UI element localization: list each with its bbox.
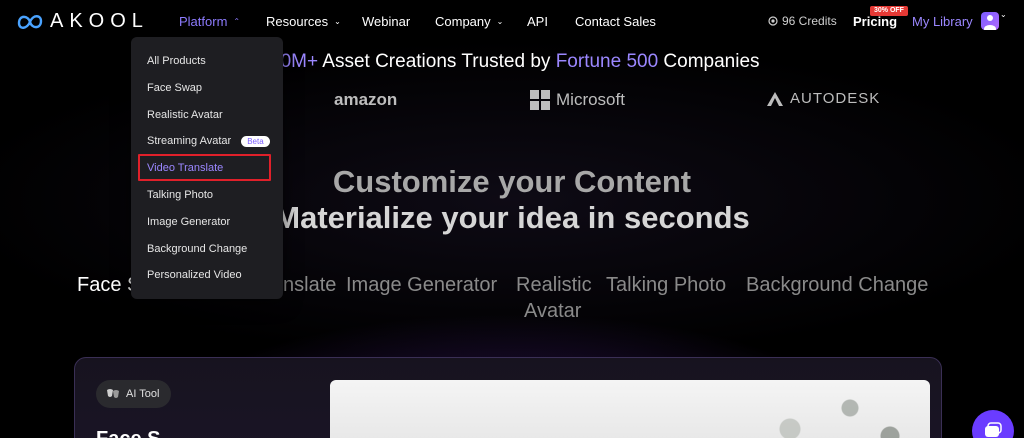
tab-realistic-avatar[interactable]: Realistic (516, 274, 592, 297)
tab-background-change[interactable]: Background Change (746, 274, 928, 297)
credits-value: 96 Credits (782, 14, 837, 28)
menu-item-talking-photo[interactable]: Talking Photo (147, 189, 213, 201)
microsoft-logo-icon (530, 90, 550, 110)
nav-platform-label: Platform (179, 14, 228, 29)
avatar-chevron-icon[interactable]: ⌄ (1000, 10, 1007, 19)
highlight-outline (138, 154, 271, 181)
chat-button[interactable] (972, 410, 1014, 438)
menu-item-streaming-avatar[interactable]: Streaming Avatar Beta (147, 135, 270, 147)
my-library-link[interactable]: My Library (912, 14, 973, 29)
user-body-icon (984, 25, 996, 30)
trusted-fortune: Fortune 500 (555, 51, 659, 72)
ai-tool-label: AI Tool (126, 388, 160, 400)
top-nav: AKOOL Platform ⌃ Resources ⌄ Webinar Com… (0, 0, 1024, 42)
nav-webinar-label: Webinar (362, 14, 411, 29)
nav-webinar[interactable]: Webinar (362, 14, 410, 29)
menu-item-face-swap[interactable]: Face Swap (147, 82, 202, 94)
brand-microsoft: Microsoft (530, 90, 625, 110)
menu-item-label: Face Swap (147, 82, 203, 94)
akool-logo-icon (17, 14, 43, 29)
nav-resources[interactable]: Resources ⌄ (266, 14, 341, 29)
brand-autodesk: AUTODESK (766, 90, 880, 107)
tab-video-translate[interactable]: nslate (283, 274, 336, 297)
preview-foliage (730, 380, 930, 438)
preview-image (330, 380, 930, 438)
nav-company-label: Company (435, 14, 491, 29)
menu-item-personalized-video[interactable]: Personalized Video (147, 269, 242, 281)
credits-icon (768, 16, 778, 26)
logo-text: AKOOL (50, 10, 149, 32)
user-head-icon (987, 15, 993, 21)
trusted-banner: 10M+ Asset Creations Trusted by Fortune … (270, 51, 760, 73)
autodesk-logo-icon (767, 91, 783, 106)
chevron-up-icon: ⌃ (233, 16, 241, 26)
ai-tool-badge: AI Tool (96, 380, 172, 408)
nav-api-label: API (527, 14, 548, 29)
pricing-link[interactable]: Pricing (853, 14, 897, 29)
menu-item-label: Streaming Avatar (147, 135, 232, 147)
menu-item-realistic-avatar[interactable]: Realistic Avatar (147, 109, 223, 121)
nav-contact-sales[interactable]: Contact Sales (575, 14, 656, 29)
menu-item-image-generator[interactable]: Image Generator (147, 216, 230, 228)
amazon-logo: amazon (334, 90, 398, 109)
card-title: Face S (96, 428, 160, 438)
nav-company[interactable]: Company ⌄ (435, 14, 503, 29)
menu-item-label: Personalized Video (147, 269, 242, 281)
logo[interactable]: AKOOL (16, 10, 149, 33)
trusted-middle: Asset Creations Trusted by (318, 51, 556, 72)
menu-item-label: All Products (147, 55, 206, 67)
nav-resources-label: Resources (266, 14, 329, 29)
menu-item-label: Background Change (147, 243, 248, 255)
autodesk-logo-text: AUTODESK (790, 90, 881, 107)
microsoft-logo-text: Microsoft (556, 90, 625, 109)
menu-item-background-change[interactable]: Background Change (147, 243, 247, 255)
nav-contact-sales-label: Contact Sales (575, 14, 656, 29)
nav-api[interactable]: API (527, 14, 548, 29)
discount-badge: 30% OFF (870, 6, 908, 16)
credits-display[interactable]: 96 Credits (768, 14, 837, 28)
brand-amazon: amazon (334, 90, 397, 110)
menu-item-label: Image Generator (147, 216, 231, 228)
menu-item-label: Realistic Avatar (147, 109, 223, 121)
tab-realistic-avatar-line2[interactable]: Avatar (524, 300, 581, 323)
chevron-down-icon: ⌄ (496, 16, 504, 26)
chat-icon (985, 422, 1002, 437)
chevron-down-icon: ⌄ (334, 16, 341, 26)
masks-icon (107, 389, 119, 398)
tab-image-generator[interactable]: Image Generator (346, 274, 497, 297)
avatar[interactable] (981, 12, 999, 30)
beta-badge: Beta (241, 135, 270, 147)
trusted-suffix: Companies (658, 51, 760, 72)
tab-talking-photo[interactable]: Talking Photo (606, 274, 726, 297)
menu-item-all-products[interactable]: All Products (147, 55, 206, 67)
nav-platform[interactable]: Platform ⌃ (179, 14, 240, 29)
menu-item-label: Talking Photo (147, 189, 214, 201)
